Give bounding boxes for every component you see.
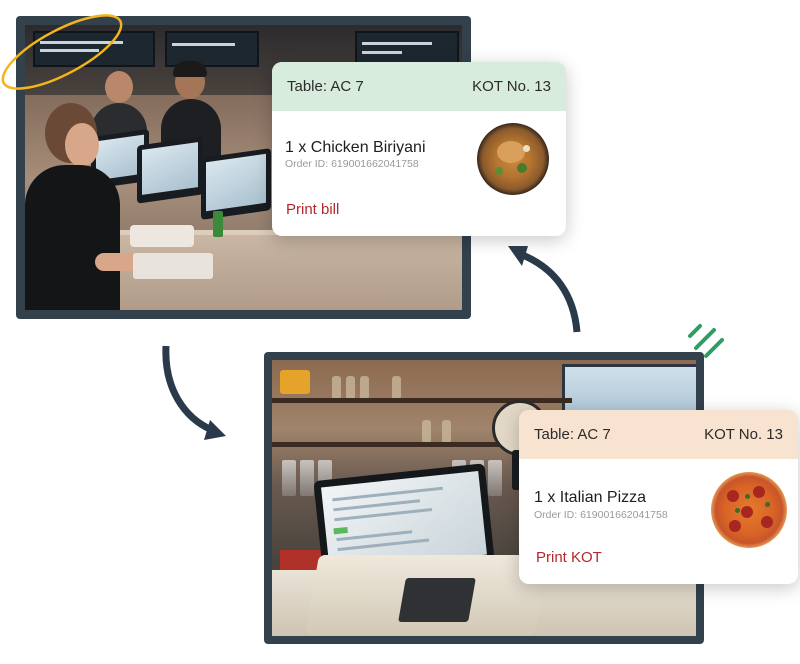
decorative-overlay — [1, 14, 724, 440]
yellow-swirl-doodle — [1, 14, 123, 90]
curved-arrow-up-icon — [508, 246, 581, 333]
curved-arrow-down-icon — [162, 345, 226, 440]
green-sparkle-doodle — [688, 324, 724, 358]
